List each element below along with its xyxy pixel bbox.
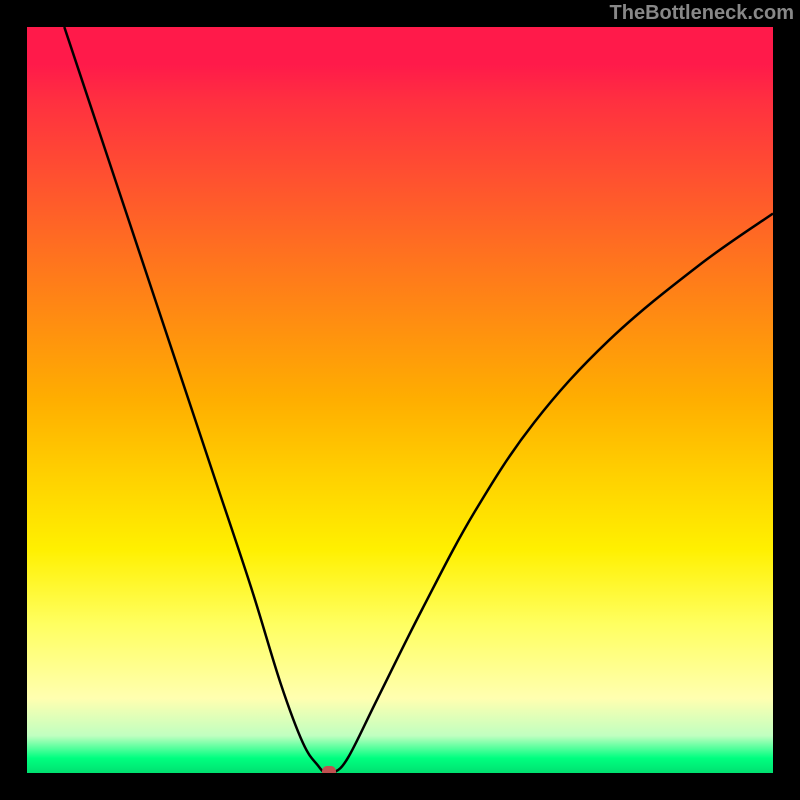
chart-container: TheBottleneck.com [0,0,800,800]
plot-area [27,27,773,773]
watermark-text: TheBottleneck.com [610,2,794,25]
marker-dot [322,766,336,773]
bottleneck-curve [64,27,773,773]
curve-svg [27,27,773,773]
